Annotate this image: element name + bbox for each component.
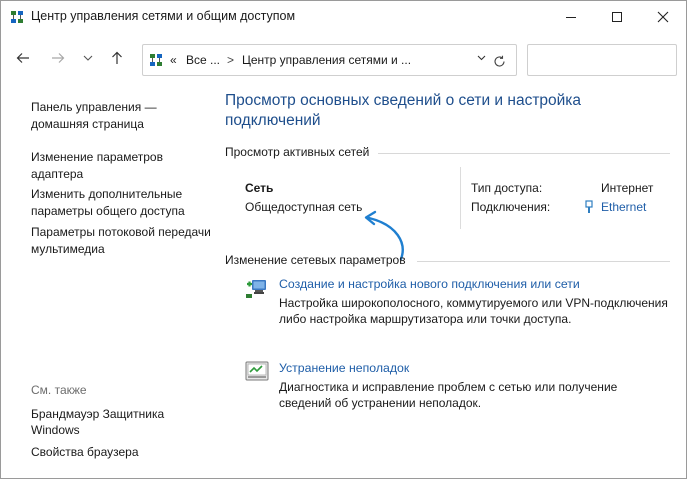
- new-connection-icon: [246, 280, 266, 298]
- search-input[interactable]: [527, 44, 677, 76]
- arrow-right-icon: [52, 53, 65, 63]
- see-also-firewall[interactable]: Брандмауэр Защитника Windows: [31, 406, 211, 438]
- maximize-button[interactable]: [594, 1, 640, 33]
- forward-button[interactable]: [47, 47, 69, 69]
- chevron-down-icon: [477, 55, 486, 61]
- network-name: Сеть: [245, 181, 274, 195]
- minimize-icon: [566, 16, 576, 18]
- window-title: Центр управления сетями и общим доступом: [31, 9, 296, 23]
- address-bar[interactable]: « Все ... > Центр управления сетями и ..…: [142, 44, 517, 76]
- troubleshoot-description: Диагностика и исправление проблем с сеть…: [279, 380, 618, 410]
- close-icon: [657, 11, 669, 23]
- navigation-bar: « Все ... > Центр управления сетями и ..…: [1, 33, 686, 85]
- access-type-label: Тип доступа:: [471, 181, 543, 195]
- troubleshoot-icon: [245, 361, 269, 381]
- refresh-icon: [493, 55, 505, 67]
- page-title: Просмотр основных сведений о сети и наст…: [225, 92, 582, 129]
- breadcrumb-current[interactable]: Центр управления сетями и ...: [242, 53, 411, 67]
- divider: [460, 167, 461, 229]
- sidebar-item-media-streaming[interactable]: Параметры потоковой передачи мультимедиа: [31, 224, 211, 258]
- arrow-up-icon: [112, 51, 122, 64]
- see-also-browser-properties[interactable]: Свойства браузера: [31, 444, 211, 460]
- minimize-button[interactable]: [548, 1, 594, 33]
- breadcrumb-separator[interactable]: >: [227, 53, 234, 67]
- active-networks-heading: Просмотр активных сетей: [225, 145, 370, 159]
- divider: [378, 153, 670, 154]
- arrow-left-icon: [16, 53, 29, 63]
- title-bar: Центр управления сетями и общим доступом: [1, 1, 686, 33]
- up-button[interactable]: [106, 47, 128, 69]
- connections-label: Подключения:: [471, 200, 551, 214]
- chevron-down-icon: [83, 55, 93, 61]
- network-center-icon: [150, 54, 162, 66]
- access-type-value: Интернет: [601, 181, 654, 195]
- new-connection-description: Настройка широкополосного, коммутируемог…: [279, 296, 668, 326]
- change-settings-heading: Изменение сетевых параметров: [225, 253, 406, 267]
- ethernet-connection-link[interactable]: Ethernet: [601, 200, 646, 214]
- network-category: Общедоступная сеть: [245, 200, 363, 214]
- ethernet-icon: [585, 200, 593, 213]
- breadcrumb-all[interactable]: Все ...: [186, 53, 220, 67]
- close-button[interactable]: [640, 1, 686, 33]
- new-connection-link[interactable]: Создание и настройка нового подключения …: [279, 277, 580, 291]
- address-dropdown-button[interactable]: [477, 53, 486, 64]
- network-center-icon: [11, 11, 23, 23]
- maximize-icon: [612, 12, 622, 22]
- breadcrumb-overflow[interactable]: «: [170, 53, 177, 67]
- see-also-heading: См. также: [31, 383, 87, 397]
- refresh-button[interactable]: [487, 49, 511, 73]
- divider: [417, 261, 670, 262]
- recent-locations-button[interactable]: [77, 47, 99, 69]
- sidebar-item-control-panel-home[interactable]: Панель управления — домашняя страница: [31, 99, 211, 133]
- window: Центр управления сетями и общим доступом: [0, 0, 687, 479]
- troubleshoot-link[interactable]: Устранение неполадок: [279, 361, 409, 375]
- sidebar-item-advanced-sharing[interactable]: Изменить дополнительные параметры общего…: [31, 186, 211, 220]
- sidebar-item-adapter-settings[interactable]: Изменение параметров адаптера: [31, 149, 211, 183]
- back-button[interactable]: [12, 47, 34, 69]
